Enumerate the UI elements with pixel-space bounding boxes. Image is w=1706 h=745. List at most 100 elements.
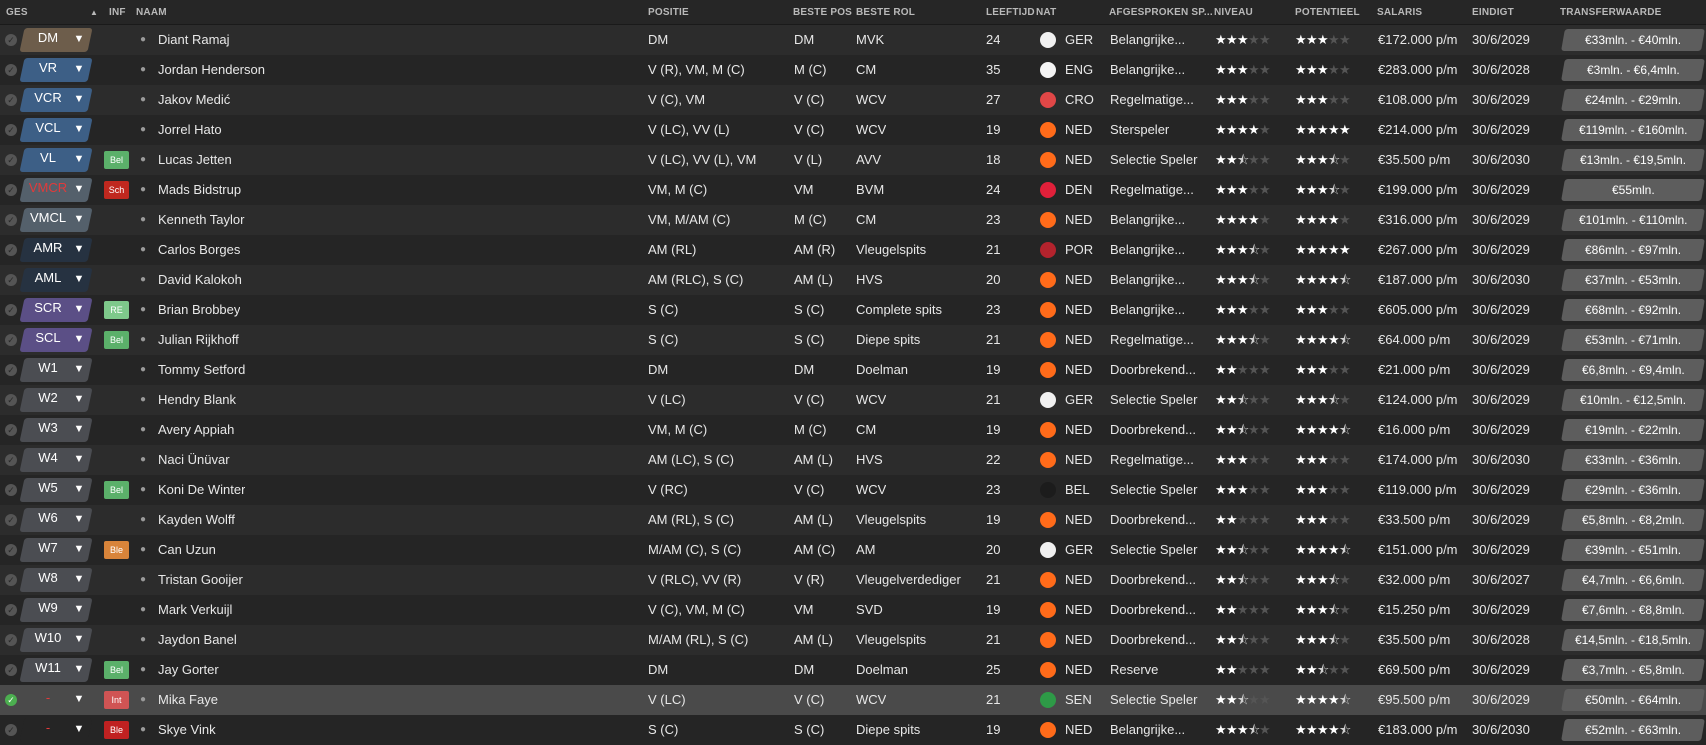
info-badge[interactable]: Bel [104, 661, 129, 679]
player-name[interactable]: Naci Ünüvar [158, 445, 230, 475]
player-name[interactable]: Diant Ramaj [158, 25, 230, 55]
table-row[interactable]: ✓ W5 ▼ Bel ● Koni De Winter V (RC) V (C) WCV 23 BE… [0, 475, 1706, 505]
chevron-down-icon[interactable]: ▼ [72, 685, 86, 715]
info-badge[interactable]: Sch [104, 181, 129, 199]
table-row[interactable]: ✓ VMCR ▼ Sch ● Mads Bidstrup VM, M (C) VM BVM 24 D… [0, 175, 1706, 205]
chevron-down-icon[interactable]: ▼ [72, 265, 86, 295]
chevron-down-icon[interactable]: ▼ [72, 115, 86, 145]
chevron-down-icon[interactable]: ▼ [72, 445, 86, 475]
header-positie[interactable]: POSITIE [648, 7, 689, 18]
header-ges[interactable]: GES [6, 7, 28, 18]
info-badge[interactable]: Bel [104, 151, 129, 169]
chevron-down-icon[interactable]: ▼ [72, 85, 86, 115]
info-badge[interactable]: Bel [104, 331, 129, 349]
header-nat[interactable]: NAT [1036, 7, 1056, 18]
player-name[interactable]: Julian Rijkhoff [158, 325, 239, 355]
row-checkbox[interactable]: ✓ [5, 574, 17, 586]
table-row[interactable]: ✓ W11 ▼ Bel ● Jay Gorter DM DM Doelman 25 NED Reser… [0, 655, 1706, 685]
row-checkbox[interactable]: ✓ [5, 184, 17, 196]
table-row[interactable]: ✓ VMCL ▼ ● Kenneth Taylor VM, M/AM (C) M (C) CM… [0, 205, 1706, 235]
chevron-down-icon[interactable]: ▼ [72, 415, 86, 445]
header-eindigt[interactable]: EINDIGT [1472, 7, 1514, 18]
row-checkbox[interactable]: ✓ [5, 364, 17, 376]
row-checkbox[interactable]: ✓ [5, 664, 17, 676]
header-inf[interactable]: INF [109, 7, 126, 18]
row-checkbox[interactable]: ✓ [5, 124, 17, 136]
row-checkbox[interactable]: ✓ [5, 454, 17, 466]
row-checkbox[interactable]: ✓ [5, 694, 17, 706]
table-row[interactable]: ✓ VCL ▼ ● Jorrel Hato V (LC), VV (L) V (C) WCV 1… [0, 115, 1706, 145]
player-name[interactable]: Can Uzun [158, 535, 216, 565]
chevron-down-icon[interactable]: ▼ [72, 325, 86, 355]
player-name[interactable]: Jay Gorter [158, 655, 219, 685]
table-row[interactable]: ✓ W4 ▼ ● Naci Ünüvar AM (LC), S (C) AM (L) HVS 2… [0, 445, 1706, 475]
chevron-down-icon[interactable]: ▼ [72, 625, 86, 655]
player-name[interactable]: Mads Bidstrup [158, 175, 241, 205]
info-badge[interactable]: Ble [104, 541, 129, 559]
row-checkbox[interactable]: ✓ [5, 244, 17, 256]
table-row[interactable]: ✓ W7 ▼ Ble ● Can Uzun M/AM (C), S (C) AM (C) AM 2… [0, 535, 1706, 565]
header-beste-pos[interactable]: BESTE POS [793, 7, 852, 18]
table-row[interactable]: ✓ W8 ▼ ● Tristan Gooijer V (RLC), VV (R) V (R)… [0, 565, 1706, 595]
player-name[interactable]: Skye Vink [158, 715, 216, 745]
header-afgesproken[interactable]: AFGESPROKEN SP... [1109, 7, 1213, 18]
chevron-down-icon[interactable]: ▼ [72, 715, 86, 745]
row-checkbox[interactable]: ✓ [5, 544, 17, 556]
table-row[interactable]: ✓ AMR ▼ ● Carlos Borges AM (RL) AM (R) Vleugels… [0, 235, 1706, 265]
player-name[interactable]: Jaydon Banel [158, 625, 237, 655]
row-checkbox[interactable]: ✓ [5, 154, 17, 166]
table-row[interactable]: ✓ W9 ▼ ● Mark Verkuijl V (C), VM, M (C) VM SVD 1… [0, 595, 1706, 625]
chevron-down-icon[interactable]: ▼ [72, 595, 86, 625]
row-checkbox[interactable]: ✓ [5, 514, 17, 526]
player-name[interactable]: Kenneth Taylor [158, 205, 245, 235]
chevron-down-icon[interactable]: ▼ [72, 385, 86, 415]
header-transferwaarde[interactable]: TRANSFERWAARDE [1560, 7, 1662, 18]
chevron-down-icon[interactable]: ▼ [72, 205, 86, 235]
header-salaris[interactable]: SALARIS [1377, 7, 1422, 18]
row-checkbox[interactable]: ✓ [5, 274, 17, 286]
player-name[interactable]: Tristan Gooijer [158, 565, 243, 595]
row-checkbox[interactable]: ✓ [5, 724, 17, 736]
table-row[interactable]: ✓ - ▼ Ble ● Skye Vink S (C) S (C) Diepe spits 19 N… [0, 715, 1706, 745]
table-row[interactable]: ✓ VL ▼ Bel ● Lucas Jetten V (LC), VV (L), VM V … [0, 145, 1706, 175]
row-checkbox[interactable]: ✓ [5, 484, 17, 496]
info-badge[interactable]: RE [104, 301, 129, 319]
player-name[interactable]: Brian Brobbey [158, 295, 240, 325]
player-name[interactable]: Avery Appiah [158, 415, 234, 445]
header-niveau[interactable]: NIVEAU [1214, 7, 1253, 18]
table-row[interactable]: ✓ SCR ▼ RE ● Brian Brobbey S (C) S (C) Complete … [0, 295, 1706, 325]
row-checkbox[interactable]: ✓ [5, 634, 17, 646]
player-name[interactable]: Lucas Jetten [158, 145, 232, 175]
row-checkbox[interactable]: ✓ [5, 424, 17, 436]
table-row[interactable]: ✓ W2 ▼ ● Hendry Blank V (LC) V (C) WCV 21 GER Sele… [0, 385, 1706, 415]
table-row[interactable]: ✓ VR ▼ ● Jordan Henderson V (R), VM, M (C) M (… [0, 55, 1706, 85]
player-name[interactable]: Carlos Borges [158, 235, 240, 265]
info-badge[interactable]: Int [104, 691, 129, 709]
header-leeftijd[interactable]: LEEFTIJD [986, 7, 1035, 18]
player-name[interactable]: Jakov Medić [158, 85, 230, 115]
header-beste-rol[interactable]: BESTE ROL [856, 7, 915, 18]
chevron-down-icon[interactable]: ▼ [72, 175, 86, 205]
chevron-down-icon[interactable]: ▼ [72, 565, 86, 595]
player-name[interactable]: Jorrel Hato [158, 115, 222, 145]
row-checkbox[interactable]: ✓ [5, 394, 17, 406]
player-name[interactable]: David Kalokoh [158, 265, 242, 295]
row-checkbox[interactable]: ✓ [5, 214, 17, 226]
table-row[interactable]: ✓ W1 ▼ ● Tommy Setford DM DM Doelman 19 NED Doorbr… [0, 355, 1706, 385]
chevron-down-icon[interactable]: ▼ [72, 25, 86, 55]
info-badge[interactable]: Ble [104, 721, 129, 739]
table-row[interactable]: ✓ - ▼ Int ● Mika Faye V (LC) V (C) WCV 21 SEN Selec… [0, 685, 1706, 715]
player-name[interactable]: Mark Verkuijl [158, 595, 232, 625]
chevron-down-icon[interactable]: ▼ [72, 145, 86, 175]
table-row[interactable]: ✓ VCR ▼ ● Jakov Medić V (C), VM V (C) WCV 27 CRO R… [0, 85, 1706, 115]
table-row[interactable]: ✓ W10 ▼ ● Jaydon Banel M/AM (RL), S (C) AM (L)… [0, 625, 1706, 655]
table-row[interactable]: ✓ AML ▼ ● David Kalokoh AM (RLC), S (C) AM (L)… [0, 265, 1706, 295]
header-naam[interactable]: NAAM [136, 7, 167, 18]
row-checkbox[interactable]: ✓ [5, 304, 17, 316]
player-name[interactable]: Jordan Henderson [158, 55, 265, 85]
chevron-down-icon[interactable]: ▼ [72, 55, 86, 85]
chevron-down-icon[interactable]: ▼ [72, 475, 86, 505]
row-checkbox[interactable]: ✓ [5, 334, 17, 346]
player-name[interactable]: Kayden Wolff [158, 505, 235, 535]
chevron-down-icon[interactable]: ▼ [72, 295, 86, 325]
